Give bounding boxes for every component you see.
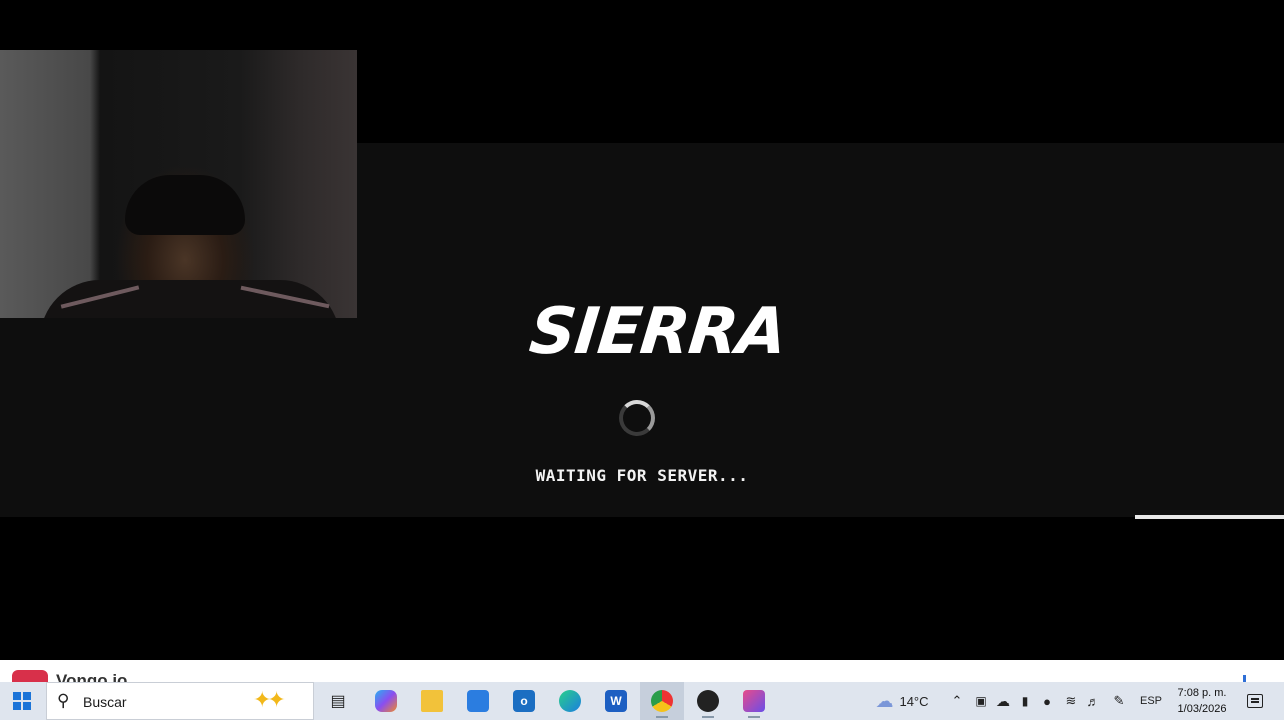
chrome-icon — [651, 690, 673, 712]
notification-center-button[interactable] — [1240, 682, 1270, 720]
app-icon — [12, 670, 48, 682]
task-view-icon: ▤ — [330, 693, 346, 710]
running-indicator — [702, 716, 714, 718]
wifi-icon: ≋ — [1065, 693, 1077, 708]
edge-button[interactable] — [548, 682, 592, 720]
taskbar: ⚲ ✦✦ ▤ o W ☁ 14°C ⌃ ▣ ☁ — [0, 682, 1284, 720]
loading-progress-bar — [1135, 515, 1284, 519]
sparkle-icon: ✦✦ — [253, 687, 286, 712]
show-hidden-icons-button[interactable]: ⌃ — [946, 682, 968, 720]
search-input[interactable] — [83, 692, 233, 712]
search-icon: ⚲ — [57, 691, 70, 710]
chrome-button[interactable] — [640, 682, 684, 720]
loading-status-text: WAITING FOR SERVER... — [535, 466, 749, 485]
word-icon: W — [605, 690, 627, 712]
microphone-icon: ● — [1043, 693, 1051, 709]
webcam-person-hair — [125, 175, 245, 235]
tray-meet-now[interactable]: ▣ — [970, 682, 992, 720]
game-app-icon — [743, 690, 765, 712]
start-button[interactable] — [0, 682, 44, 720]
game-logo: SIERRA — [526, 295, 790, 369]
windows-logo-icon — [13, 692, 31, 710]
clock-date: 1/03/2026 — [1177, 703, 1227, 715]
edge-icon — [559, 690, 581, 712]
loading-spinner-icon — [619, 400, 655, 436]
speaker-icon: ♬ — [1086, 693, 1100, 709]
microsoft-store-button[interactable] — [456, 682, 500, 720]
file-explorer-button[interactable] — [410, 682, 454, 720]
running-indicator — [748, 716, 760, 718]
battery-icon: ▮ — [1021, 694, 1029, 708]
tray-pen[interactable]: ✎ — [1108, 682, 1130, 720]
task-view-button[interactable]: ▤ — [316, 682, 360, 720]
weather-cloud-icon: ☁ — [875, 690, 894, 711]
obs-icon — [697, 690, 719, 712]
clock-time: 7:08 p. m. — [1177, 687, 1227, 699]
obs-studio-button[interactable] — [686, 682, 730, 720]
language-indicator[interactable]: ESP — [1136, 682, 1166, 720]
copilot-icon — [375, 690, 397, 712]
outlook-button[interactable]: o — [502, 682, 546, 720]
tray-volume[interactable]: ♬ — [1082, 682, 1104, 720]
game-app-button[interactable] — [732, 682, 776, 720]
chevron-up-icon: ⌃ — [951, 693, 963, 708]
tray-microphone[interactable]: ● — [1036, 682, 1058, 720]
tray-battery[interactable]: ▮ — [1014, 682, 1036, 720]
notification-marker — [1243, 675, 1246, 682]
active-indicator — [656, 716, 668, 718]
notification-app-name: Vongo.io — [56, 671, 128, 682]
notification-icon — [1247, 694, 1263, 708]
store-icon — [467, 690, 489, 712]
webcam-overlay — [0, 50, 357, 318]
taskbar-search-box[interactable]: ⚲ ✦✦ — [46, 682, 314, 720]
onedrive-icon: ☁ — [996, 692, 1010, 709]
weather-widget[interactable]: ☁ 14°C — [868, 682, 936, 720]
tray-network[interactable]: ≋ — [1060, 682, 1082, 720]
camera-icon: ▣ — [975, 694, 987, 708]
pen-icon: ✎ — [1113, 693, 1125, 708]
weather-temperature: 14°C — [899, 693, 929, 709]
tray-onedrive[interactable]: ☁ — [992, 682, 1014, 720]
notification-strip[interactable]: Vongo.io — [0, 660, 1284, 682]
outlook-icon: o — [513, 690, 535, 712]
word-button[interactable]: W — [594, 682, 638, 720]
folder-icon — [421, 690, 443, 712]
copilot-button[interactable] — [364, 682, 408, 720]
clock[interactable]: 7:08 p. m. 1/03/2026 — [1168, 685, 1236, 717]
language-label: ESP — [1139, 695, 1162, 707]
